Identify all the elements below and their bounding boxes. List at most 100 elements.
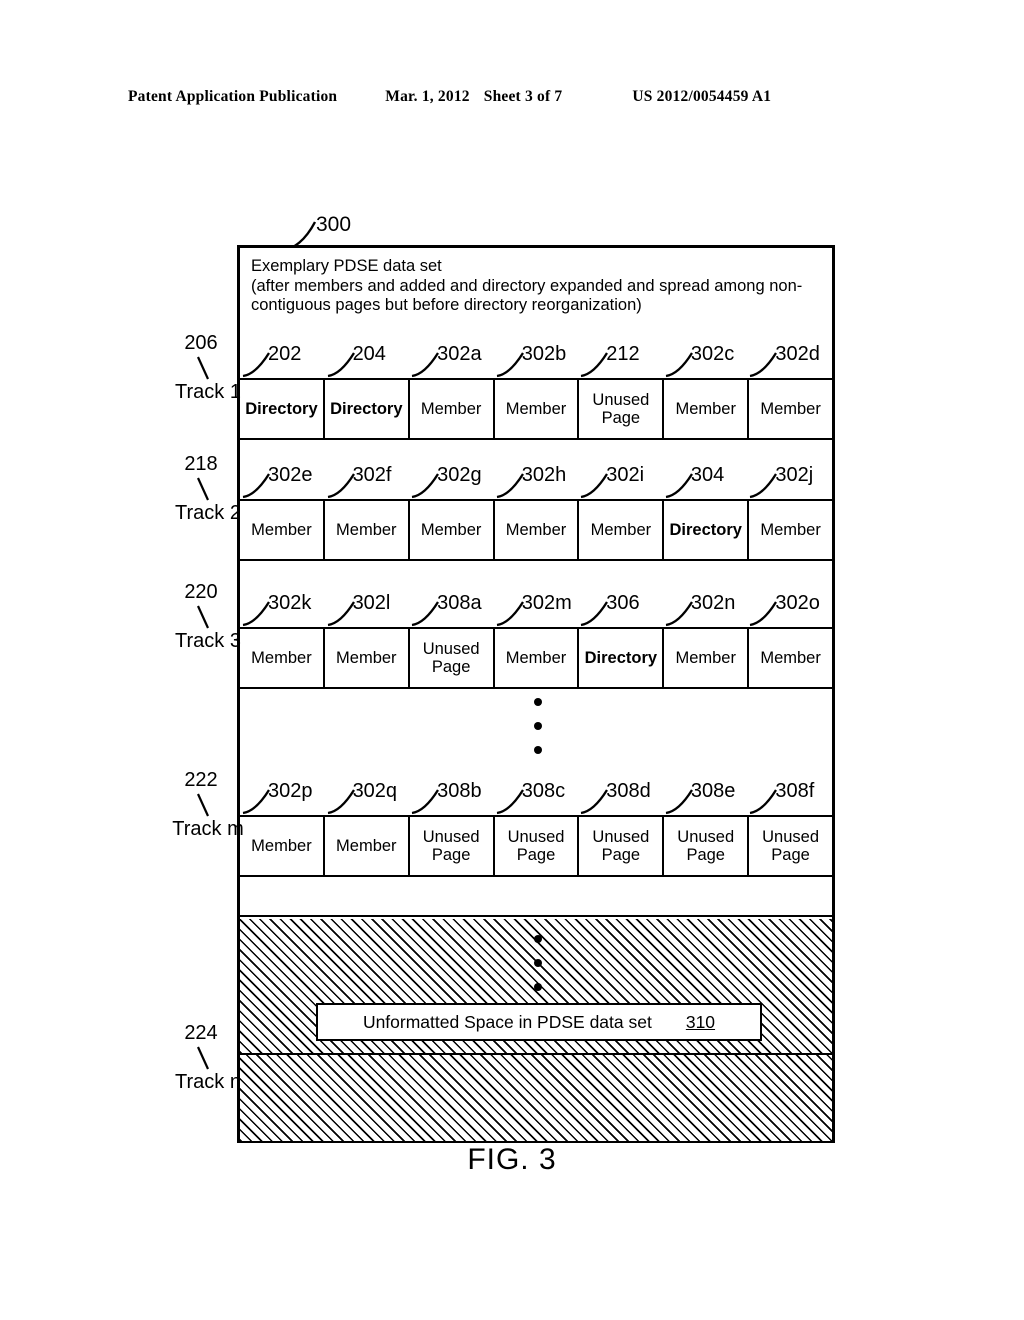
ref-label-number: 302f: [352, 464, 392, 486]
header-patent-number: US 2012/0054459 A1: [632, 88, 772, 105]
ref-label: 212: [578, 342, 663, 378]
unformatted-space-upper: Unformatted Space in PDSE data set 310: [240, 919, 832, 1055]
track-row-3: Member Member Unused Page Member Directory Me…: [240, 627, 832, 689]
tick-line-icon: [196, 356, 210, 380]
ref-label: 204: [325, 342, 410, 378]
track-cell: Directory: [664, 501, 750, 559]
ref-label: 302h: [494, 463, 579, 499]
ellipsis-dot: [534, 983, 542, 991]
track-cell: Unused Page: [410, 817, 495, 875]
track-tick-icon: [148, 1045, 268, 1071]
ellipsis-dot: [534, 746, 542, 754]
ref-label-number: 302k: [268, 592, 312, 614]
track-row-2: Member Member Member Member Member Directory M…: [240, 499, 832, 561]
track-cell: Member: [579, 501, 665, 559]
vertical-ellipsis-unformatted: [528, 935, 548, 991]
ref-label: 308d: [578, 779, 663, 815]
track-row-1: Directory Directory Member Member Unused Pag…: [240, 378, 832, 440]
ref-label: 308e: [663, 779, 748, 815]
figure-frame: Exemplary PDSE data set (after members a…: [237, 245, 835, 1143]
track-cell: Member: [760, 649, 821, 667]
ref-label-number: 302d: [775, 343, 820, 365]
track-tick-icon: [148, 792, 268, 818]
ref-label: 308f: [747, 779, 832, 815]
ref-label: 302o: [747, 591, 832, 627]
page-header: Patent Application Publication Mar. 1, 2…: [128, 88, 896, 106]
ref-label-number: 212: [606, 343, 640, 365]
track-cell: Member: [410, 380, 495, 438]
track-cell: Member: [495, 629, 580, 687]
ellipsis-dot: [534, 935, 542, 943]
ref-label: 308b: [409, 779, 494, 815]
ref-label-number: 308f: [775, 780, 815, 802]
ref-label-row-track-2: 302e 302f 302g 302h 302i 304 302j: [240, 463, 832, 499]
track-cell: Unused Page: [495, 817, 580, 875]
ref-label-number: 302m: [521, 592, 572, 614]
ref-label: 302f: [325, 463, 410, 499]
track-cell: Member: [664, 380, 750, 438]
track-ref-220: 220: [184, 581, 218, 603]
tick-line-icon: [196, 1046, 210, 1070]
ref-label: 302g: [409, 463, 494, 499]
ref-label-number: 302c: [690, 343, 735, 365]
track-tick-icon: [148, 355, 268, 381]
track-side-label-n: 224 Track n: [148, 1022, 268, 1094]
ref-label-number: 202: [268, 343, 302, 365]
track-cell: Member: [664, 629, 750, 687]
ref-label-number: 308a: [437, 592, 482, 614]
ref-label-number: 302n: [690, 592, 736, 614]
ellipsis-dot: [534, 722, 542, 730]
ref-label: 302a: [409, 342, 494, 378]
ref-label-number: 308e: [690, 780, 736, 802]
track-name-2: Track 2: [175, 502, 241, 524]
track-ref-218: 218: [184, 453, 218, 475]
vertical-ellipsis-tracks: [528, 698, 548, 754]
track-side-label-m: 222 Track m: [148, 769, 268, 841]
unformatted-space-lower: [240, 1055, 832, 1141]
ref-label-number: 302h: [521, 464, 567, 486]
ref-label-number: 308c: [521, 780, 566, 802]
track-name-1: Track 1: [175, 381, 241, 403]
track-tick-icon: [148, 476, 268, 502]
ref-label-number: 306: [606, 592, 640, 614]
tick-line-icon: [196, 793, 210, 817]
ref-label-row-track-1: 202 204 302a 302b 212 302c 302d: [240, 342, 832, 378]
track-cell: Directory: [579, 629, 665, 687]
figure-title: Exemplary PDSE data set (after members a…: [251, 257, 803, 314]
ref-label: 302j: [747, 463, 832, 499]
track-cell: Member: [495, 501, 580, 559]
track-cell: Unused Page: [762, 828, 820, 864]
ref-label: 306: [578, 591, 663, 627]
callout-300-number: 300: [316, 213, 352, 236]
ref-label-number: 302i: [606, 464, 645, 486]
ref-label-number: 304: [690, 464, 725, 486]
track-side-label-1: 206 Track 1: [148, 332, 268, 404]
ref-label: 302i: [578, 463, 663, 499]
ref-label-number: 302j: [775, 464, 814, 486]
ref-label: 302b: [494, 342, 579, 378]
ellipsis-dot: [534, 698, 542, 706]
ref-label-row-track-m: 302p 302q 308b 308c 308d 308e 308f: [240, 779, 832, 815]
ref-label-number: 302g: [437, 464, 482, 486]
unformatted-space-label: Unformatted Space in PDSE data set: [362, 1011, 652, 1032]
track-cell: Unused Page: [664, 817, 750, 875]
ref-label: 302d: [747, 342, 832, 378]
figure-caption: FIG. 3: [467, 1143, 557, 1176]
track-cell: Member: [325, 501, 410, 559]
track-cell: Member: [495, 380, 580, 438]
ref-label-number: 308d: [606, 780, 651, 802]
header-date: Mar. 1, 2012: [385, 88, 470, 105]
track-cell: Member: [410, 501, 495, 559]
ellipsis-dot: [534, 959, 542, 967]
track-cell: Member: [325, 817, 410, 875]
ref-label-number: 302o: [775, 592, 820, 614]
track-cell: Directory: [325, 380, 410, 438]
ref-label: 302q: [325, 779, 410, 815]
ref-label: 302l: [325, 591, 410, 627]
track-ref-222: 222: [184, 769, 218, 791]
blank-row: [240, 877, 832, 917]
track-row-m: Member Member Unused Page Unused Page Unused…: [240, 815, 832, 877]
track-name-n: Track n: [175, 1071, 241, 1093]
track-cell: Member: [760, 521, 821, 539]
unformatted-space-box: Unformatted Space in PDSE data set 310: [316, 1003, 762, 1041]
